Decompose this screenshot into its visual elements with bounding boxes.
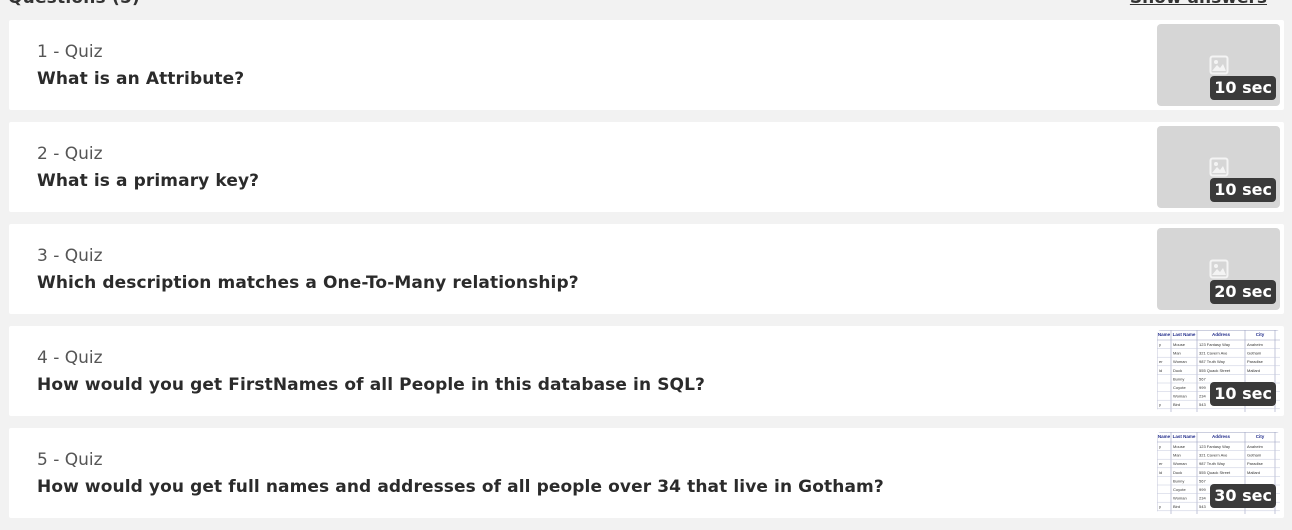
table-cell: 321 Cavern Ave [1199, 453, 1228, 458]
table-cell: Duck [1173, 470, 1182, 475]
question-type-label: 3 - Quiz [37, 246, 103, 266]
table-header-cell: City [1256, 434, 1265, 439]
table-cell: 234 [1199, 394, 1206, 399]
question-title: Which description matches a One-To-Many … [37, 273, 579, 293]
table-cell: y [1159, 504, 1161, 509]
question-text-block: 1 - Quiz What is an Attribute? [37, 41, 1134, 92]
question-type-label: 1 - Quiz [37, 42, 103, 62]
image-icon [1209, 259, 1229, 279]
table-cell: y [1159, 342, 1161, 347]
question-text-block: 3 - Quiz Which description matches a One… [37, 245, 1134, 296]
question-card-3[interactable]: 3 - Quiz Which description matches a One… [9, 224, 1284, 314]
table-header-cell: Last Name [1173, 434, 1196, 439]
image-icon [1209, 55, 1229, 75]
question-card-4[interactable]: 4 - Quiz How would you get FirstNames of… [9, 326, 1284, 416]
table-header-cell: Address [1212, 332, 1231, 337]
table-cell: Woman [1173, 461, 1187, 466]
question-thumbnail[interactable]: Name Last Name Address City y Mouse 123 Fantas… [1157, 432, 1280, 514]
table-header-cell: Name [1158, 332, 1171, 337]
show-answers-link[interactable]: Show answers [1130, 0, 1267, 8]
duration-badge: 20 sec [1210, 280, 1276, 304]
table-cell: y [1159, 402, 1161, 407]
table-cell: Coyote [1173, 487, 1186, 492]
table-cell: ld [1159, 368, 1162, 373]
table-cell: Woman [1173, 394, 1187, 399]
table-cell: Mouse [1173, 444, 1186, 449]
table-cell: 987 Truth Way [1199, 359, 1225, 364]
table-header-cell: Name [1158, 434, 1171, 439]
duration-badge: 10 sec [1210, 76, 1276, 100]
table-cell: Gotham [1247, 453, 1262, 458]
table-cell: 543 [1199, 504, 1206, 509]
table-cell: 321 Cavern Ave [1199, 351, 1228, 356]
table-cell: Man [1173, 453, 1181, 458]
table-cell: Duck [1173, 368, 1182, 373]
questions-title: Questions (5) [8, 0, 140, 8]
duration-badge: 10 sec [1210, 178, 1276, 202]
question-type-label: 4 - Quiz [37, 348, 103, 368]
table-cell: er [1159, 461, 1163, 466]
question-title: What is a primary key? [37, 171, 260, 191]
question-type-label: 5 - Quiz [37, 450, 103, 470]
table-cell: 234 [1199, 496, 1206, 501]
table-cell: 123 Fantasy Way [1199, 342, 1230, 347]
table-cell: er [1159, 359, 1163, 364]
table-cell: Bunny [1173, 376, 1184, 381]
table-cell: 555 Quack Street [1199, 368, 1231, 373]
question-card-1[interactable]: 1 - Quiz What is an Attribute? 10 sec [9, 20, 1284, 110]
table-cell: Anaheim [1247, 342, 1263, 347]
table-cell: 567 [1199, 376, 1206, 381]
table-cell: 567 [1199, 478, 1206, 483]
table-cell: Woman [1173, 496, 1187, 501]
table-cell: Paradise [1247, 461, 1264, 466]
question-thumbnail[interactable]: Name Last Name Address City y Mouse 123 Fantas… [1157, 330, 1280, 412]
question-card-2[interactable]: 2 - Quiz What is a primary key? 10 sec [9, 122, 1284, 212]
image-icon [1209, 157, 1229, 177]
question-title: How would you get full names and address… [37, 477, 884, 497]
table-cell: 999 [1199, 487, 1206, 492]
question-list: 1 - Quiz What is an Attribute? 10 sec 2 … [9, 20, 1284, 530]
question-text-block: 2 - Quiz What is a primary key? [37, 143, 1134, 194]
table-cell: Woman [1173, 359, 1187, 364]
table-header-cell: Last Name [1173, 332, 1196, 337]
table-cell: 999 [1199, 385, 1206, 390]
question-card-5[interactable]: 5 - Quiz How would you get full names an… [9, 428, 1284, 518]
table-cell: Bunny [1173, 478, 1184, 483]
table-cell: 987 Truth Way [1199, 461, 1225, 466]
table-cell: Mallard [1247, 368, 1260, 373]
table-cell: ld [1159, 470, 1162, 475]
table-cell: Man [1173, 351, 1181, 356]
table-cell: Anaheim [1247, 444, 1263, 449]
question-thumbnail[interactable]: 20 sec [1157, 228, 1280, 310]
table-cell: Paradise [1247, 359, 1264, 364]
table-header-cell: City [1256, 332, 1265, 337]
question-text-block: 5 - Quiz How would you get full names an… [37, 449, 1134, 500]
table-cell: 543 [1199, 402, 1206, 407]
question-title: How would you get FirstNames of all Peop… [37, 375, 705, 395]
table-cell: 123 Fantasy Way [1199, 444, 1230, 449]
table-cell: y [1159, 444, 1161, 449]
table-cell: Bird [1173, 504, 1180, 509]
question-thumbnail[interactable]: 10 sec [1157, 24, 1280, 106]
table-cell: 555 Quack Street [1199, 470, 1231, 475]
table-cell: Mouse [1173, 342, 1186, 347]
table-header-cell: Address [1212, 434, 1231, 439]
duration-badge: 30 sec [1210, 484, 1276, 508]
question-type-label: 2 - Quiz [37, 144, 103, 164]
duration-badge: 10 sec [1210, 382, 1276, 406]
question-text-block: 4 - Quiz How would you get FirstNames of… [37, 347, 1134, 398]
table-cell: Gotham [1247, 351, 1262, 356]
questions-header: Questions (5) Show answers [0, 0, 1292, 8]
question-thumbnail[interactable]: 10 sec [1157, 126, 1280, 208]
table-cell: Bird [1173, 402, 1180, 407]
table-cell: Mallard [1247, 470, 1260, 475]
question-title: What is an Attribute? [37, 69, 245, 89]
table-cell: Coyote [1173, 385, 1186, 390]
